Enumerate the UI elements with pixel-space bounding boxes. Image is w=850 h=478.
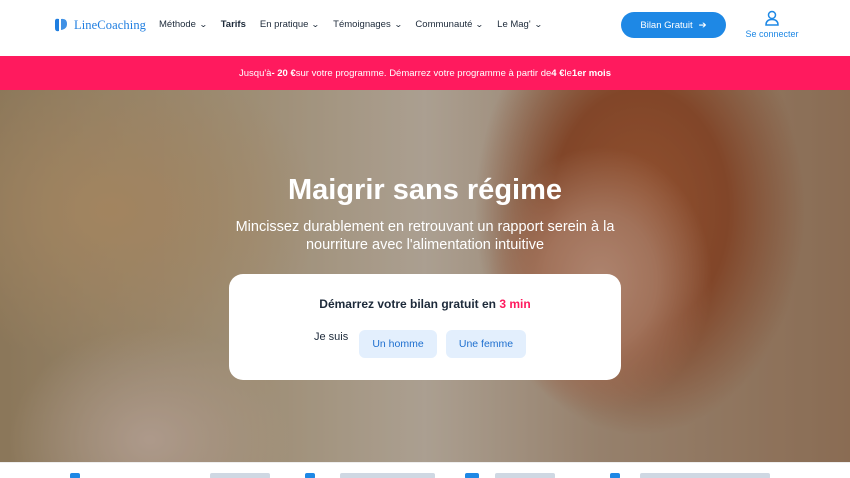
brand-logo[interactable]: LineCoaching — [52, 16, 146, 34]
nav-item-temoignages[interactable]: Témoignages ⌄ — [333, 19, 403, 30]
feature-text — [340, 473, 435, 478]
feature-icon — [610, 473, 620, 478]
nav-item-tarifs[interactable]: Tarifs — [221, 19, 246, 30]
chevron-down-icon: ⌄ — [393, 20, 403, 29]
promo-price: 4 € — [551, 67, 565, 79]
nav-item-methode[interactable]: Méthode ⌄ — [159, 19, 208, 30]
gender-woman-button[interactable]: Une femme — [446, 330, 526, 358]
nav-label: Tarifs — [220, 19, 246, 30]
chevron-down-icon: ⌄ — [311, 20, 321, 29]
feature-icon — [70, 473, 80, 478]
cta-label: Bilan Gratuit — [640, 19, 693, 31]
promo-text: sur votre programme. Démarrez votre prog… — [295, 67, 552, 79]
nav-item-communaute[interactable]: Communauté ⌄ — [415, 19, 485, 30]
chevron-down-icon: ⌄ — [533, 20, 543, 29]
brand-name: LineCoaching — [74, 17, 147, 32]
feature-icon — [465, 473, 479, 478]
hero-section: Maigrir sans régime Mincissez durablemen… — [0, 90, 850, 462]
feature-text — [210, 473, 270, 478]
hero-subtitle: Mincissez durablement en retrouvant un r… — [235, 219, 615, 253]
promo-text: Jusqu'à — [239, 67, 272, 79]
nav-item-en-pratique[interactable]: En pratique ⌄ — [259, 19, 321, 30]
nav-label: Le Mag' — [497, 19, 531, 30]
arrow-right-icon: ➔ — [698, 19, 707, 31]
gender-man-button[interactable]: Un homme — [359, 330, 437, 358]
promo-discount: - 20 € — [271, 67, 296, 79]
nav-label: Témoignages — [333, 19, 391, 30]
chevron-down-icon: ⌄ — [198, 20, 208, 29]
promo-period: 1er mois — [571, 67, 611, 79]
nav-item-le-mag[interactable]: Le Mag' ⌄ — [497, 19, 543, 30]
logo-icon — [55, 18, 67, 32]
bilan-card: Démarrez votre bilan gratuit en 3 min Je… — [229, 274, 621, 380]
features-strip — [0, 462, 850, 478]
card-title: Démarrez votre bilan gratuit en 3 min — [229, 297, 621, 311]
chevron-down-icon: ⌄ — [475, 20, 485, 29]
hero-title: Maigrir sans régime — [288, 174, 562, 206]
card-title-accent: 3 min — [499, 297, 531, 311]
nav-label: En pratique — [259, 19, 309, 30]
user-icon — [765, 10, 779, 26]
gender-label: Je suis — [314, 331, 349, 343]
nav-label: Communauté — [415, 19, 473, 30]
card-title-text: Démarrez votre bilan gratuit en — [319, 297, 500, 311]
feature-text — [640, 473, 770, 478]
site-header: LineCoaching Méthode ⌄ Tarifs En pratiqu… — [0, 0, 850, 56]
promo-banner[interactable]: Jusqu'à - 20 € sur votre programme. Déma… — [0, 56, 850, 90]
login-link[interactable]: Se connecter — [740, 10, 804, 39]
main-nav: Méthode ⌄ Tarifs En pratique ⌄ Témoignag… — [159, 19, 543, 30]
login-label: Se connecter — [745, 29, 799, 39]
bilan-gratuit-button[interactable]: Bilan Gratuit ➔ — [621, 12, 726, 38]
feature-icon — [305, 473, 315, 478]
promo-text: le — [564, 67, 572, 79]
feature-text — [495, 473, 555, 478]
nav-label: Méthode — [159, 19, 196, 30]
